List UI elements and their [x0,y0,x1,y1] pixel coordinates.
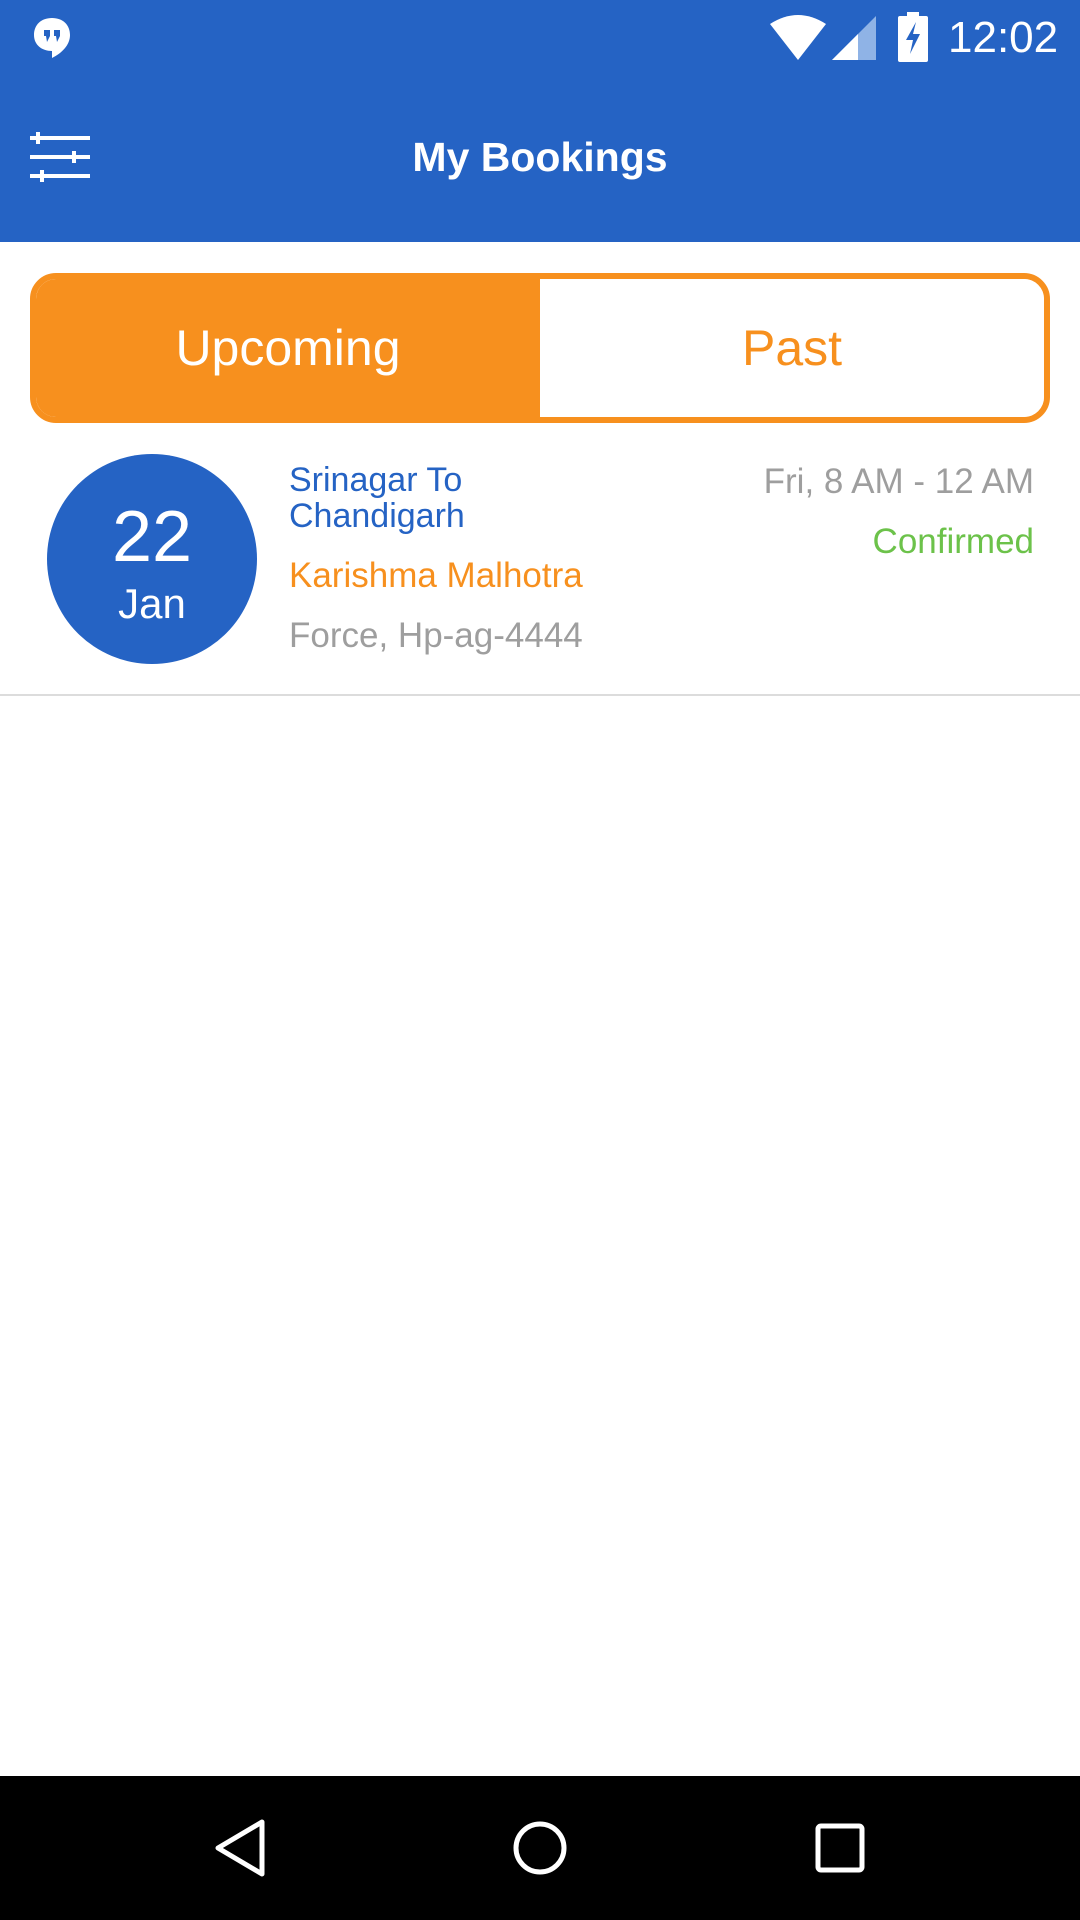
booking-time: Fri, 8 AM - 12 AM [763,462,1034,501]
page-title: My Bookings [412,134,668,180]
back-icon[interactable] [208,1816,272,1880]
booking-tabs: Upcoming Past [30,273,1050,423]
signal-icon [832,16,876,60]
tab-past[interactable]: Past [540,279,1044,417]
passenger-name: Karishma Malhotra [289,556,583,595]
vehicle-info: Force, Hp-ag-4444 [289,616,583,655]
tab-upcoming[interactable]: Upcoming [36,279,540,417]
recents-icon[interactable] [808,1816,872,1880]
status-badge: Confirmed [872,522,1034,561]
navigation-bar [0,1776,1080,1920]
booking-day: 22 [111,497,193,577]
hangouts-icon [34,18,70,58]
home-icon[interactable] [508,1816,572,1880]
battery-charging-icon [898,12,928,62]
booking-list-item[interactable]: 22 Jan Srinagar To Chandigarh Karishma M… [0,424,1080,696]
app-bar: My Bookings [0,76,1080,242]
status-bar: 12:02 [0,0,1080,76]
booking-month: Jan [118,580,186,627]
booking-route: Srinagar To Chandigarh [289,461,465,535]
status-time: 12:02 [948,13,1059,62]
date-badge: 22 Jan [47,454,257,664]
wifi-icon [770,15,826,60]
